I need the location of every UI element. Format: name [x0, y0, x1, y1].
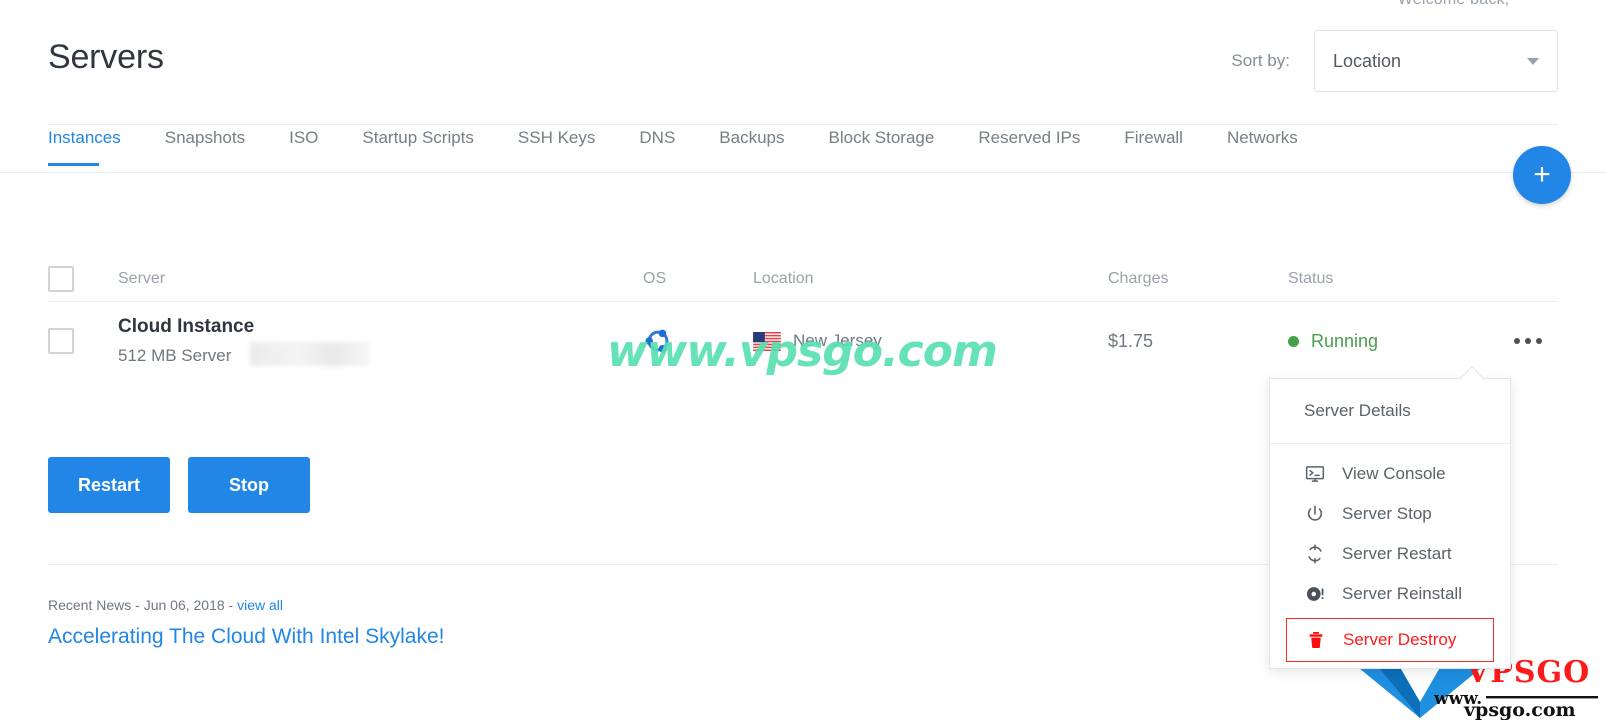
- welcome-username: [1514, 0, 1528, 8]
- table-row[interactable]: Cloud Instance 512 MB Server New Jersey …: [48, 302, 1558, 380]
- svg-text:www.: www.: [1433, 689, 1482, 709]
- disc-icon: [1304, 583, 1326, 605]
- table-row-divider: [48, 124, 1558, 125]
- trash-icon: [1305, 629, 1327, 651]
- tab-dns[interactable]: DNS: [639, 126, 697, 166]
- monitor-console-icon: [1304, 463, 1326, 485]
- recent-news-section: Recent News - Jun 06, 2018 - view all Ac…: [48, 597, 444, 649]
- tab-bar: Instances Snapshots ISO Startup Scripts …: [48, 126, 1606, 166]
- kebab-dot: [1514, 338, 1520, 344]
- column-header-os: OS: [643, 269, 667, 287]
- stop-button[interactable]: Stop: [188, 457, 310, 513]
- tab-snapshots[interactable]: Snapshots: [165, 126, 267, 166]
- menu-item-server-reinstall[interactable]: Server Reinstall: [1270, 574, 1510, 614]
- tab-label: DNS: [639, 128, 676, 147]
- tab-startup-scripts[interactable]: Startup Scripts: [362, 126, 496, 166]
- tab-label: SSH Keys: [517, 128, 596, 147]
- tab-firewall[interactable]: Firewall: [1124, 126, 1205, 166]
- sort-by-select[interactable]: Location: [1314, 30, 1558, 92]
- bulk-actions: Restart Stop: [48, 457, 310, 513]
- menu-item-view-console[interactable]: View Console: [1270, 454, 1510, 494]
- svg-text:vpsgo.com: vpsgo.com: [1463, 699, 1576, 720]
- menu-item-label: View Console: [1342, 464, 1446, 483]
- status-dot-icon: [1288, 335, 1299, 347]
- tab-backups[interactable]: Backups: [719, 126, 806, 166]
- menu-item-label: Server Restart: [1342, 544, 1452, 563]
- tab-label: Firewall: [1124, 128, 1183, 147]
- server-name[interactable]: Cloud Instance: [118, 316, 643, 338]
- tab-label: Reserved IPs: [978, 128, 1081, 147]
- column-header-location: Location: [753, 269, 814, 287]
- tab-label: Backups: [719, 128, 785, 147]
- add-server-button[interactable]: +: [1513, 146, 1571, 204]
- ubuntu-icon: [645, 329, 669, 353]
- location-name: New Jersey: [793, 331, 882, 350]
- tab-label: Startup Scripts: [362, 128, 474, 147]
- servers-table: Server OS Location Charges Status Cloud …: [48, 256, 1558, 380]
- charges-value: $1.75: [1108, 330, 1154, 351]
- tab-iso[interactable]: ISO: [289, 126, 340, 166]
- tab-label: Snapshots: [164, 128, 246, 147]
- tab-label: Networks: [1226, 128, 1298, 147]
- refresh-icon: [1304, 543, 1326, 565]
- chevron-down-icon: [1527, 58, 1539, 65]
- view-all-link[interactable]: view all: [237, 597, 283, 613]
- column-header-charges: Charges: [1108, 269, 1169, 287]
- news-headline-link[interactable]: Accelerating The Cloud With Intel Skylak…: [48, 625, 444, 648]
- tab-bar-divider: [0, 172, 1606, 173]
- menu-item-label: Server Reinstall: [1342, 584, 1462, 603]
- tab-instances[interactable]: Instances: [48, 126, 143, 166]
- menu-item-server-stop[interactable]: Server Stop: [1270, 494, 1510, 534]
- kebab-dot: [1525, 338, 1531, 344]
- os-cell: [643, 326, 753, 356]
- column-header-status: Status: [1288, 269, 1334, 287]
- sort-by-value: Location: [1333, 50, 1402, 71]
- plus-icon: +: [1533, 158, 1551, 191]
- tab-ssh-keys[interactable]: SSH Keys: [518, 126, 617, 166]
- menu-item-server-destroy[interactable]: Server Destroy: [1286, 618, 1494, 662]
- server-plan-label: 512 MB Server: [118, 346, 232, 365]
- table-header-row: Server OS Location Charges Status: [48, 256, 1558, 302]
- tab-label: Block Storage: [828, 128, 935, 147]
- sort-by-control: Sort by: Location: [1231, 30, 1558, 92]
- charges-cell: $1.75: [1108, 331, 1288, 352]
- kebab-dot: [1536, 338, 1542, 344]
- news-meta-text: Recent News - Jun 06, 2018 -: [48, 597, 238, 613]
- tab-reserved-ips[interactable]: Reserved IPs: [978, 126, 1102, 166]
- welcome-back-text: Welcome back,: [1398, 0, 1528, 9]
- tab-label: ISO: [289, 128, 319, 147]
- tab-label: Instances: [48, 128, 121, 147]
- redacted-ip-block: [250, 342, 370, 366]
- row-checkbox[interactable]: [48, 328, 74, 354]
- restart-button[interactable]: Restart: [48, 457, 170, 513]
- server-cell: Cloud Instance 512 MB Server: [118, 316, 643, 366]
- menu-item-list: View Console Server Stop Server Restart: [1270, 444, 1510, 668]
- news-meta: Recent News - Jun 06, 2018 - view all: [48, 597, 444, 613]
- column-header-server: Server: [118, 269, 166, 287]
- menu-item-label: Server Destroy: [1343, 630, 1457, 649]
- row-select-cell: [48, 328, 118, 354]
- tab-block-storage[interactable]: Block Storage: [829, 126, 957, 166]
- menu-item-label: Server Stop: [1342, 504, 1432, 523]
- status-badge: Running: [1311, 330, 1379, 351]
- welcome-label: Welcome back,: [1398, 0, 1510, 8]
- menu-item-server-restart[interactable]: Server Restart: [1270, 534, 1510, 574]
- page-header: Servers Sort by: Location: [48, 30, 1558, 100]
- tab-networks[interactable]: Networks: [1227, 126, 1320, 166]
- server-actions-menu: Server Details View Console Server Stop …: [1269, 366, 1511, 669]
- status-cell: Running: [1288, 331, 1558, 352]
- sort-by-label: Sort by:: [1231, 51, 1290, 70]
- power-icon: [1304, 503, 1326, 525]
- us-flag-icon: [753, 331, 781, 351]
- server-subtitle: 512 MB Server: [118, 342, 370, 366]
- select-all-cell: [48, 265, 118, 292]
- location-cell: New Jersey: [753, 331, 1108, 351]
- select-all-checkbox[interactable]: [48, 265, 74, 292]
- row-actions-button[interactable]: [1506, 330, 1550, 352]
